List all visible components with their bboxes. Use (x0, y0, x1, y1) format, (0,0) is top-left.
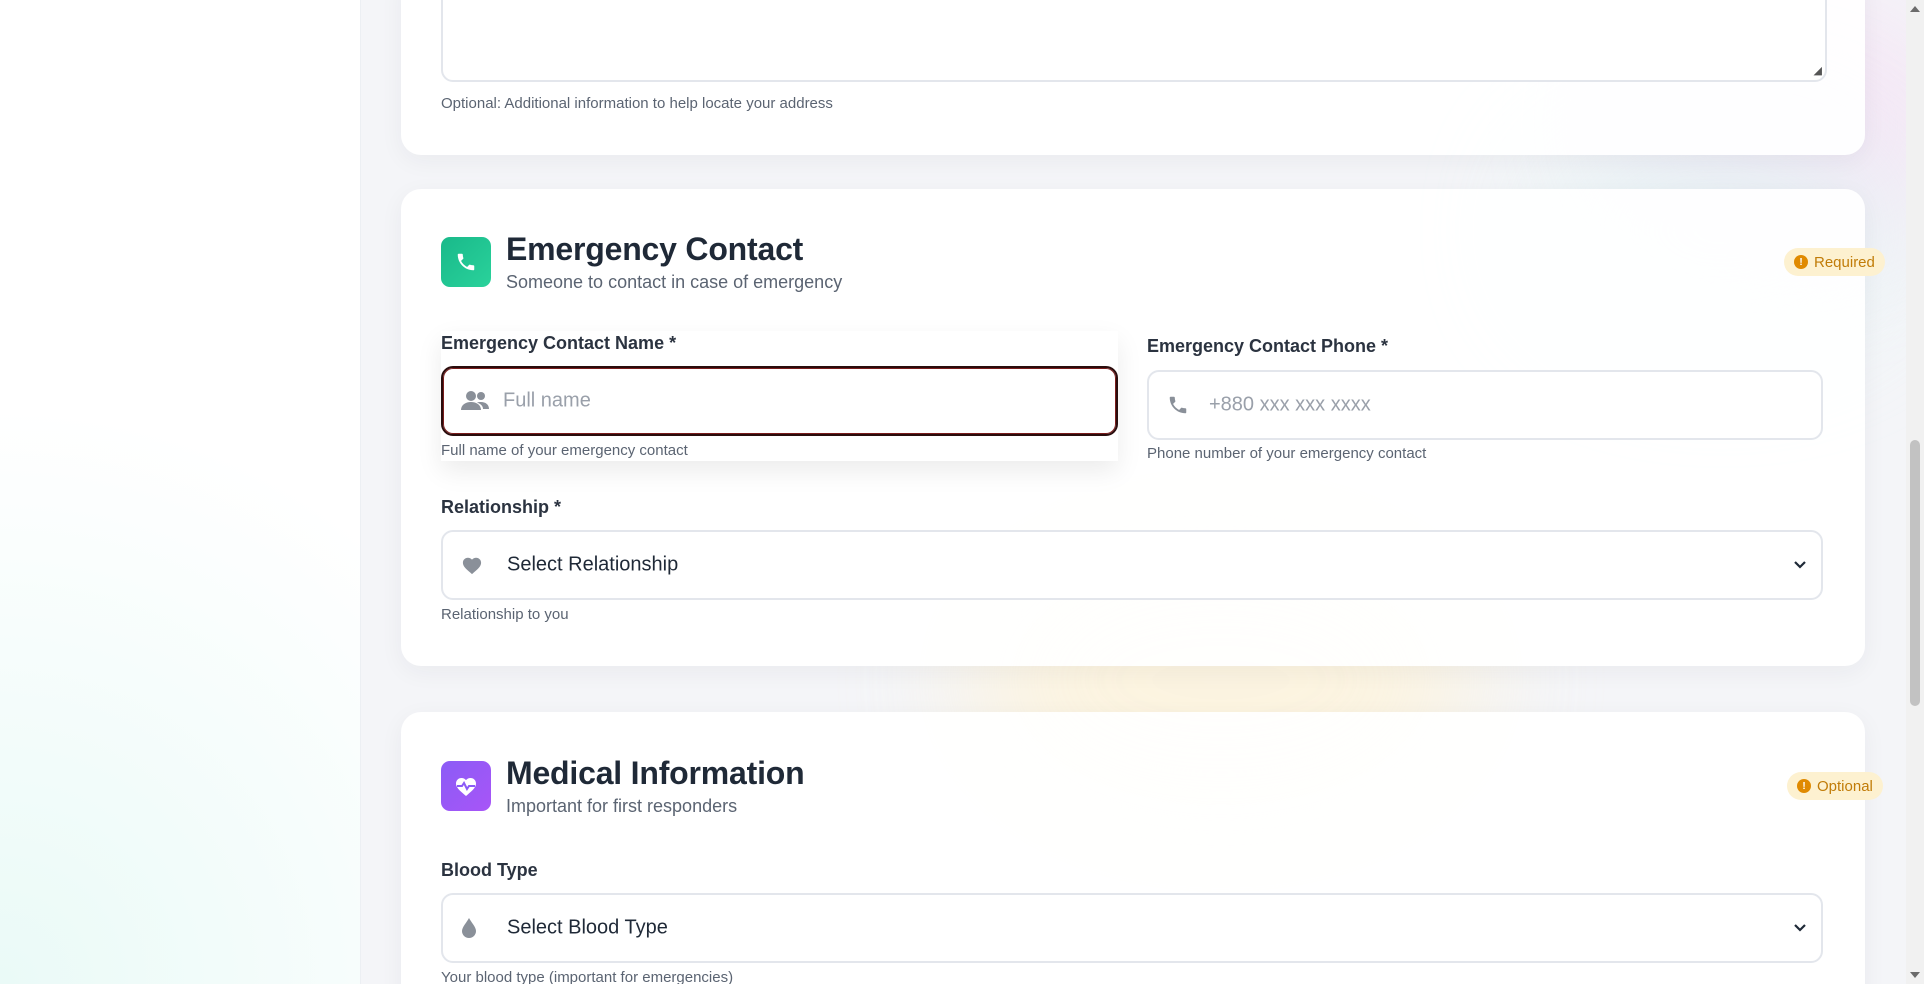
droplet-icon (461, 917, 477, 939)
heart-icon (461, 555, 483, 575)
blood-type-label: Blood Type (441, 860, 538, 880)
blood-type-value: Select Blood Type (507, 916, 668, 939)
name-help: Full name of your emergency contact (441, 442, 688, 459)
additional-info-help: Optional: Additional information to help… (441, 95, 833, 112)
required-badge: ! Required (1784, 248, 1885, 276)
scroll-up-icon[interactable] (1910, 6, 1920, 12)
medical-info-card: Medical Information Important for first … (401, 712, 1883, 984)
alert-icon: ! (1797, 779, 1811, 793)
name-field-group: Emergency Contact Name * Full name Full … (441, 331, 1118, 461)
additional-info-textarea[interactable]: ◢ (441, 0, 1827, 82)
name-label: Emergency Contact Name * (441, 333, 677, 353)
alert-icon: ! (1794, 255, 1808, 269)
resize-grip-icon[interactable]: ◢ (1814, 66, 1822, 77)
chevron-down-icon (1793, 923, 1807, 933)
chevron-down-icon (1793, 560, 1807, 570)
emergency-contact-card: Emergency Contact Someone to contact in … (401, 189, 1885, 666)
relationship-select[interactable]: Select Relationship (441, 530, 1823, 600)
badge-label: Required (1814, 253, 1875, 271)
sidebar (0, 0, 361, 984)
scroll-down-icon[interactable] (1910, 972, 1920, 978)
badge-label: Optional (1817, 777, 1873, 795)
phone-label: Emergency Contact Phone * (1147, 336, 1389, 356)
section-subtitle: Someone to contact in case of emergency (506, 272, 843, 292)
blood-type-help: Your blood type (important for emergenci… (441, 969, 734, 984)
name-placeholder: Full name (503, 389, 591, 412)
scroll-thumb[interactable] (1910, 440, 1920, 706)
blood-type-select[interactable]: Select Blood Type (441, 893, 1823, 963)
section-title: Medical Information (506, 755, 805, 791)
heart-pulse-icon (441, 761, 491, 811)
emergency-phone-input[interactable]: +880 xxx xxx xxxx (1147, 370, 1823, 440)
relationship-value: Select Relationship (507, 553, 679, 576)
users-icon (461, 390, 489, 412)
phone-icon (441, 237, 491, 287)
main-content: ◢ Optional: Additional information to he… (361, 0, 1906, 984)
relationship-help: Relationship to you (441, 606, 569, 623)
emergency-name-input[interactable]: Full name (441, 366, 1118, 436)
address-notes-card: ◢ Optional: Additional information to he… (401, 0, 1865, 155)
section-subtitle: Important for first responders (506, 796, 738, 816)
phone-placeholder: +880 xxx xxx xxxx (1209, 393, 1371, 416)
optional-badge: ! Optional (1787, 772, 1883, 800)
phone-help: Phone number of your emergency contact (1147, 445, 1427, 462)
scrollbar[interactable] (1906, 0, 1924, 984)
relationship-label: Relationship * (441, 497, 562, 517)
section-title: Emergency Contact (506, 231, 804, 267)
phone-icon (1167, 394, 1189, 416)
